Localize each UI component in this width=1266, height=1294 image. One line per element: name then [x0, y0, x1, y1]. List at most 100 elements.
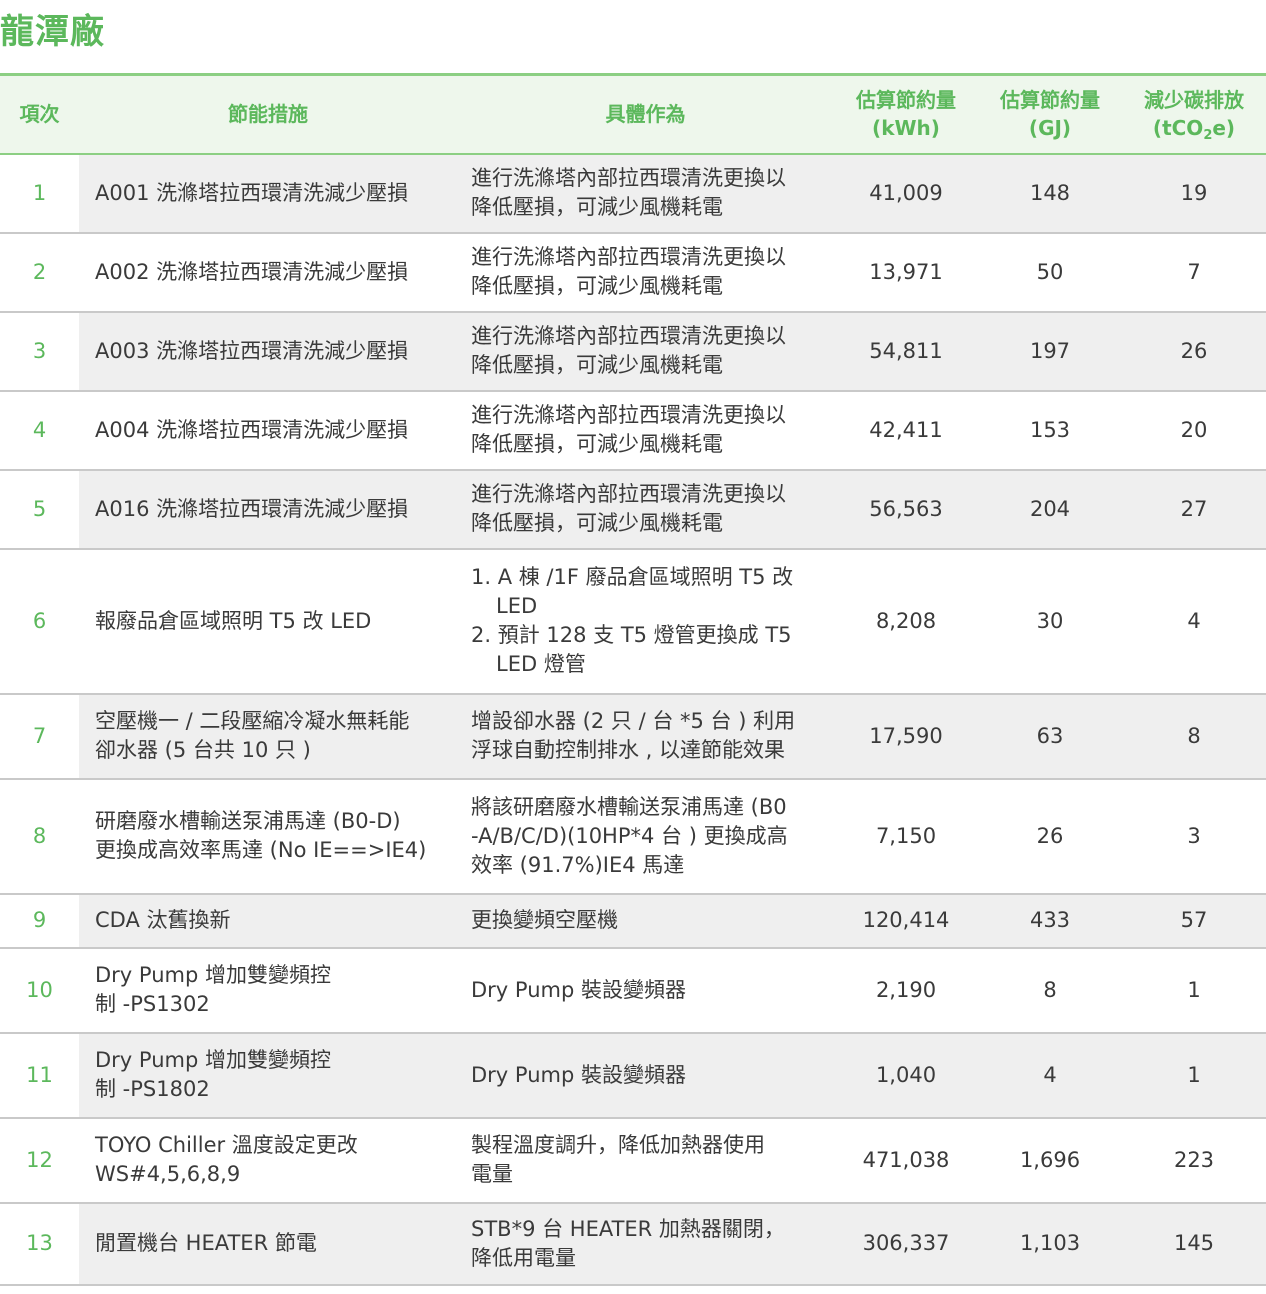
- co2-cell: 57: [1122, 893, 1266, 949]
- action-cell: 進行洗滌塔內部拉西環清洗更換以 降低壓損，可減少風機耗電: [457, 311, 834, 392]
- action-cell: 增設卻水器 (2 只 / 台 *5 台 ) 利用 浮球自動控制排水 , 以達節能效…: [457, 693, 834, 780]
- kwh-cell: 8,208: [834, 548, 978, 695]
- table-row: 2 A002 洗滌塔拉西環清洗減少壓損 進行洗滌塔內部拉西環清洗更換以 降低壓損，可減…: [0, 232, 1266, 313]
- measure-line: 報廢品倉區域照明 T5 改 LED: [95, 608, 372, 633]
- kwh-cell: 13,971: [834, 232, 978, 313]
- row-number: 10: [0, 947, 79, 1034]
- measure-line: 閒置機台 HEATER 節電: [95, 1231, 317, 1255]
- kwh-cell: 7,150: [834, 778, 978, 895]
- action-line: 降低壓損，可減少風機耗電: [471, 432, 723, 456]
- row-number: 6: [0, 548, 79, 695]
- measure-cell: 報廢品倉區域照明 T5 改 LED: [79, 548, 457, 695]
- measure-line: A003 洗滌塔拉西環清洗減少壓損: [95, 338, 409, 363]
- measure-line: 更換成高效率馬達 (No IE==>IE4): [95, 838, 427, 862]
- action-cell: Dry Pump 裝設變頻器: [457, 1032, 834, 1119]
- header-co2-line2: (tCO2e): [1126, 114, 1262, 142]
- measure-cell: A004 洗滌塔拉西環清洗減少壓損: [79, 390, 457, 471]
- kwh-cell: 120,414: [834, 893, 978, 949]
- kwh-cell: 2,190: [834, 947, 978, 1034]
- row-number: 12: [0, 1117, 79, 1204]
- kwh-cell: 1,040: [834, 1032, 978, 1119]
- row-number: 5: [0, 469, 79, 550]
- action-line: 製程溫度調升，降低加熱器使用: [471, 1133, 765, 1157]
- row-number: 7: [0, 693, 79, 780]
- action-line: 增設卻水器 (2 只 / 台 *5 台 ) 利用: [471, 709, 796, 733]
- row-number: 9: [0, 893, 79, 949]
- gj-cell: 1,103: [978, 1202, 1122, 1286]
- action-line: 2. 預計 128 支 T5 燈管更換成 T5: [471, 623, 792, 647]
- action-line: Dry Pump 裝設變頻器: [471, 977, 686, 1002]
- table-header-row: 項次 節能措施 具體作為 估算節約量 (kWh) 估算節約量 (GJ) 減少碳排…: [0, 74, 1266, 155]
- action-line: 效率 (91.7%)IE4 馬達: [471, 852, 685, 877]
- table-row: 9 CDA 汰舊換新 更換變頻空壓機 120,414 433 57: [0, 893, 1266, 949]
- measure-cell: TOYO Chiller 溫度設定更改 WS#4,5,6,8,9: [79, 1117, 457, 1204]
- co2-cell: 223: [1122, 1117, 1266, 1204]
- measure-line: Dry Pump 增加雙變頻控: [95, 1048, 331, 1072]
- action-line: LED: [496, 594, 538, 618]
- action-cell: 進行洗滌塔內部拉西環清洗更換以 降低壓損，可減少風機耗電: [457, 390, 834, 471]
- page: 龍潭廠 項次 節能措施 具體作為 估算節約量 (kWh) 估算節約量 (GJ) …: [0, 0, 1266, 1294]
- co2-cell: 26: [1122, 311, 1266, 392]
- gj-cell: 148: [978, 153, 1122, 234]
- co2-cell: 27: [1122, 469, 1266, 550]
- action-line: 降低壓損，可減少風機耗電: [471, 511, 723, 535]
- header-kwh-line1: 估算節約量: [856, 88, 956, 113]
- kwh-cell: 471,038: [834, 1117, 978, 1204]
- table-body: 1 A001 洗滌塔拉西環清洗減少壓損 進行洗滌塔內部拉西環清洗更換以 降低壓損，可減…: [0, 153, 1266, 1286]
- action-line: 進行洗滌塔內部拉西環清洗更換以: [471, 166, 786, 190]
- row-number: 8: [0, 778, 79, 895]
- co2-cell: 4: [1122, 548, 1266, 695]
- measure-cell: Dry Pump 增加雙變頻控制 -PS1802: [79, 1032, 457, 1119]
- row-number: 4: [0, 390, 79, 471]
- measure-line: 卻水器 (5 台共 10 只 ): [95, 738, 311, 762]
- action-line: 進行洗滌塔內部拉西環清洗更換以: [471, 482, 786, 506]
- gj-cell: 197: [978, 311, 1122, 392]
- table-row: 8 研磨廢水槽輸送泵浦馬達 (B0-D) 更換成高效率馬達 (No IE==>IE4…: [0, 778, 1266, 895]
- header-kwh-line2: (kWh): [872, 116, 940, 141]
- action-cell: STB*9 台 HEATER 加熱器關閉， 降低用電量: [457, 1202, 834, 1286]
- table-row: 10 Dry Pump 增加雙變頻控制 -PS1302 Dry Pump 裝設變頻器…: [0, 947, 1266, 1034]
- table-row: 6 報廢品倉區域照明 T5 改 LED 1. A 棟 /1F 廢品倉區域照明 T5 …: [0, 548, 1266, 695]
- measure-line: A016 洗滌塔拉西環清洗減少壓損: [95, 496, 409, 521]
- co2-cell: 145: [1122, 1202, 1266, 1286]
- action-line: 降低壓損，可減少風機耗電: [471, 195, 723, 219]
- row-number: 2: [0, 232, 79, 313]
- action-line: 進行洗滌塔內部拉西環清洗更換以: [471, 245, 786, 269]
- row-number: 13: [0, 1202, 79, 1286]
- action-cell: 進行洗滌塔內部拉西環清洗更換以 降低壓損，可減少風機耗電: [457, 153, 834, 234]
- table-row: 3 A003 洗滌塔拉西環清洗減少壓損 進行洗滌塔內部拉西環清洗更換以 降低壓損，可減…: [0, 311, 1266, 392]
- table-row: 11 Dry Pump 增加雙變頻控制 -PS1802 Dry Pump 裝設變頻器…: [0, 1032, 1266, 1119]
- action-line: 電量: [471, 1162, 513, 1186]
- measure-line: Dry Pump 增加雙變頻控: [95, 963, 331, 987]
- kwh-cell: 17,590: [834, 693, 978, 780]
- gj-cell: 204: [978, 469, 1122, 550]
- measure-line: A004 洗滌塔拉西環清洗減少壓損: [95, 417, 409, 442]
- action-cell: 將該研磨廢水槽輸送泵浦馬達 (B0 -A/B/C/D)(10HP*4 台 ) 更換…: [457, 778, 834, 895]
- measure-cell: 研磨廢水槽輸送泵浦馬達 (B0-D) 更換成高效率馬達 (No IE==>IE4): [79, 778, 457, 895]
- co2-cell: 7: [1122, 232, 1266, 313]
- kwh-cell: 56,563: [834, 469, 978, 550]
- header-action: 具體作為: [457, 74, 834, 155]
- action-line: LED 燈管: [496, 652, 586, 676]
- measure-line: 制 -PS1802: [95, 1077, 210, 1101]
- measure-cell: A003 洗滌塔拉西環清洗減少壓損: [79, 311, 457, 392]
- co2-cell: 20: [1122, 390, 1266, 471]
- measure-line: A002 洗滌塔拉西環清洗減少壓損: [95, 259, 409, 284]
- header-co2-post: e): [1212, 116, 1236, 141]
- row-number: 3: [0, 311, 79, 392]
- action-line: 降低壓損，可減少風機耗電: [471, 353, 723, 377]
- action-line: 浮球自動控制排水 , 以達節能效果: [471, 738, 786, 762]
- action-line: 更換變頻空壓機: [471, 908, 618, 932]
- action-cell: 更換變頻空壓機: [457, 893, 834, 949]
- header-gj-line2: (GJ): [1028, 116, 1072, 141]
- kwh-cell: 41,009: [834, 153, 978, 234]
- table-row: 12 TOYO Chiller 溫度設定更改 WS#4,5,6,8,9 製程溫度調升，…: [0, 1117, 1266, 1204]
- measure-cell: A002 洗滌塔拉西環清洗減少壓損: [79, 232, 457, 313]
- measure-cell: CDA 汰舊換新: [79, 893, 457, 949]
- measure-line: WS#4,5,6,8,9: [95, 1162, 241, 1186]
- action-line: -A/B/C/D)(10HP*4 台 ) 更換成高: [471, 823, 788, 848]
- gj-cell: 153: [978, 390, 1122, 471]
- measure-cell: Dry Pump 增加雙變頻控制 -PS1302: [79, 947, 457, 1034]
- action-cell: Dry Pump 裝設變頻器: [457, 947, 834, 1034]
- action-cell: 進行洗滌塔內部拉西環清洗更換以 降低壓損，可減少風機耗電: [457, 232, 834, 313]
